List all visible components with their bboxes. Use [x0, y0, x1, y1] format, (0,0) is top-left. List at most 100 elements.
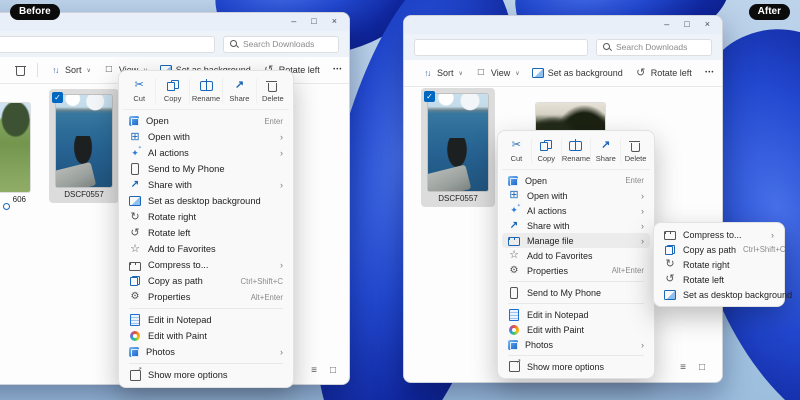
open-with-icon [129, 131, 141, 143]
minimize-button[interactable]: – [291, 15, 296, 28]
copy-icon [539, 139, 553, 152]
menu-item-show-more-options[interactable]: Show more options [502, 359, 650, 374]
menu-item-open[interactable]: OpenEnter [502, 173, 650, 188]
menu-item-open[interactable]: OpenEnter [123, 113, 289, 129]
menu-item-rotate-right[interactable]: Rotate right [658, 257, 780, 272]
copy-quick-action[interactable]: Copy [531, 137, 561, 165]
image-icon [129, 195, 141, 207]
quick-action-label: Rename [562, 154, 590, 163]
cut-icon [509, 139, 523, 152]
cut-quick-action[interactable]: Cut [123, 77, 155, 105]
menu-item-label: AI actions [527, 206, 634, 216]
toolbar-sort-button[interactable]: Sort∨ [44, 61, 96, 79]
file-item-606[interactable]: 606 [0, 97, 37, 208]
list-view-toggle-icon[interactable] [677, 362, 689, 374]
share-quick-action[interactable]: Share [222, 77, 255, 105]
copy-quick-action[interactable]: Copy [155, 77, 188, 105]
rename-quick-action[interactable]: Rename [561, 137, 591, 165]
search-placeholder: Search Downloads [616, 42, 687, 52]
menu-item-edit-in-notepad[interactable]: Edit in Notepad [502, 307, 650, 322]
menu-item-compress-to[interactable]: Compress to...› [658, 227, 780, 242]
file-item-dscf0557[interactable]: ✓DSCF0557 [421, 88, 495, 207]
menu-item-label: Add to Favorites [148, 244, 283, 254]
notepad-icon [508, 309, 520, 321]
toolbar-sort-button[interactable]: Sort∨ [416, 64, 468, 82]
context-menu-before: CutCopyRenameShareDelete OpenEnterOpen wi… [118, 70, 294, 388]
thumbnail-view-toggle-icon[interactable] [696, 362, 708, 374]
toolbar-view-button[interactable]: View∨ [470, 64, 525, 82]
notepad-icon [129, 314, 141, 326]
menu-item-photos[interactable]: Photos› [123, 344, 289, 360]
menu-item-rotate-left[interactable]: Rotate left [658, 272, 780, 287]
search-input[interactable]: Search Downloads [596, 39, 712, 56]
delete-quick-action[interactable]: Delete [256, 77, 289, 105]
menu-item-label: Open with [527, 191, 634, 201]
list-view-toggle-icon[interactable] [308, 365, 320, 377]
menu-item-shortcut: Alt+Enter [251, 293, 283, 302]
menu-item-rotate-left[interactable]: Rotate left [123, 225, 289, 241]
menu-item-open-with[interactable]: Open with› [502, 188, 650, 203]
thumbnail-view-toggle-icon[interactable] [327, 365, 339, 377]
menu-item-label: Open [146, 116, 257, 126]
menu-item-rotate-right[interactable]: Rotate right [123, 209, 289, 225]
menu-item-label: Properties [148, 292, 244, 302]
maximize-button[interactable]: □ [311, 15, 316, 28]
quick-action-label: Share [596, 154, 616, 163]
address-bar[interactable] [414, 39, 588, 56]
search-input[interactable]: Search Downloads [223, 36, 339, 53]
toolbar-set-as-background-button[interactable]: Set as background [527, 64, 628, 82]
file-checkbox[interactable]: ✓ [52, 92, 63, 103]
menu-item-compress-to[interactable]: Compress to...› [123, 257, 289, 273]
titlebar[interactable]: – □ × [404, 16, 722, 34]
file-item-dscf0557[interactable]: ✓DSCF0557 [49, 89, 119, 203]
toolbar-rotate-left-button[interactable]: Rotate left [630, 64, 697, 82]
menu-item-share-with[interactable]: Share with› [123, 177, 289, 193]
menu-item-send-to-my-phone[interactable]: Send to My Phone [502, 285, 650, 300]
close-button[interactable]: × [332, 15, 337, 28]
menu-item-send-to-my-phone[interactable]: Send to My Phone [123, 161, 289, 177]
menu-item-edit-with-paint[interactable]: Edit with Paint [502, 322, 650, 337]
menu-item-open-with[interactable]: Open with› [123, 129, 289, 145]
menu-item-set-as-desktop-background[interactable]: Set as desktop background [123, 193, 289, 209]
view-icon [475, 67, 487, 79]
toolbar-dots-button[interactable] [699, 64, 721, 82]
menu-item-add-to-favorites[interactable]: Add to Favorites [123, 241, 289, 257]
menu-item-photos[interactable]: Photos› [502, 337, 650, 352]
share-quick-action[interactable]: Share [590, 137, 620, 165]
menu-item-ai-actions[interactable]: AI actions› [502, 203, 650, 218]
menu-item-label: Properties [527, 266, 605, 276]
menu-item-set-as-desktop-background[interactable]: Set as desktop background [658, 287, 780, 302]
menu-item-properties[interactable]: Properties Alt+Enter [123, 289, 289, 305]
toolbar-dots-button[interactable] [327, 61, 349, 79]
maximize-button[interactable]: □ [684, 18, 689, 31]
menu-item-edit-in-notepad[interactable]: Edit in Notepad [123, 312, 289, 328]
menu-item-shortcut: Ctrl+Shift+C [241, 277, 283, 286]
more-options-icon [508, 361, 520, 373]
menu-item-add-to-favorites[interactable]: Add to Favorites [502, 248, 650, 263]
toolbar-trash-button[interactable] [9, 61, 31, 79]
share-icon [129, 179, 141, 191]
rotate-left-icon [129, 227, 141, 239]
menu-item-edit-with-paint[interactable]: Edit with Paint [123, 328, 289, 344]
menu-item-manage-file[interactable]: Manage file› [502, 233, 650, 248]
cut-quick-action[interactable]: Cut [502, 137, 531, 165]
submenu-arrow-icon: › [280, 347, 283, 357]
menu-item-ai-actions[interactable]: AI actions› [123, 145, 289, 161]
menu-item-copy-as-path[interactable]: Copy as pathCtrl+Shift+C [658, 242, 780, 257]
menu-item-properties[interactable]: PropertiesAlt+Enter [502, 263, 650, 278]
menu-item-copy-as-path[interactable]: Copy as pathCtrl+Shift+C [123, 273, 289, 289]
share-icon [232, 79, 246, 92]
address-bar[interactable]: s [0, 36, 215, 53]
paint-icon [129, 330, 141, 342]
rename-quick-action[interactable]: Rename [189, 77, 222, 105]
minimize-button[interactable]: – [664, 18, 669, 31]
toolbar: Sort∨View∨Set as backgroundRotate leftDe… [404, 60, 722, 87]
delete-quick-action[interactable]: Delete [620, 137, 650, 165]
dots-icon [704, 67, 716, 79]
file-checkbox[interactable]: ✓ [424, 91, 435, 102]
close-button[interactable]: × [705, 18, 710, 31]
menu-item-show-more-options[interactable]: Show more options [123, 367, 289, 383]
before-badge: Before [10, 4, 60, 20]
menu-item-share-with[interactable]: Share with› [502, 218, 650, 233]
photos-icon [129, 347, 139, 357]
